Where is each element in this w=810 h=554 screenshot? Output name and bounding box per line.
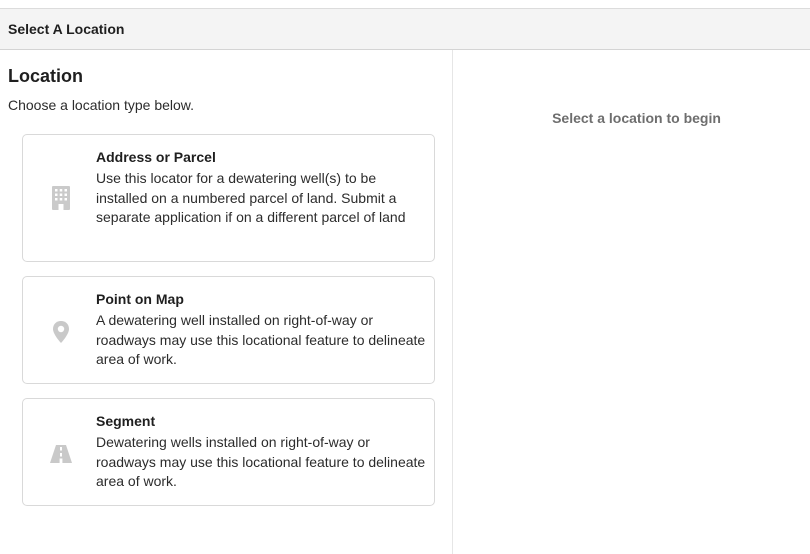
header-title: Select A Location: [8, 21, 125, 37]
option-segment[interactable]: Segment Dewatering wells installed on ri…: [22, 398, 435, 506]
map-pin-icon: [51, 320, 71, 344]
section-subtitle: Choose a location type below.: [8, 97, 195, 113]
road-icon: [49, 442, 73, 466]
top-strip: [0, 0, 810, 8]
empty-state-message: Select a location to begin: [552, 110, 721, 126]
option-address-or-parcel[interactable]: Address or Parcel Use this locator for a…: [22, 134, 435, 262]
location-panel: Location Choose a location type below. A…: [0, 50, 452, 554]
panel-header: Select A Location: [0, 8, 810, 50]
option-title: Address or Parcel: [96, 149, 216, 165]
preview-panel: Select a location to begin: [453, 50, 810, 554]
option-description: Use this locator for a dewatering well(s…: [96, 170, 406, 225]
section-title: Location: [8, 66, 83, 86]
option-title: Segment: [96, 413, 156, 429]
option-point-on-map[interactable]: Point on Map A dewatering well installed…: [22, 276, 435, 384]
option-description: Dewatering wells installed on right-of-w…: [96, 434, 426, 489]
building-icon: [51, 186, 71, 210]
option-description: A dewatering well installed on right-of-…: [96, 312, 426, 367]
option-title: Point on Map: [96, 291, 184, 307]
